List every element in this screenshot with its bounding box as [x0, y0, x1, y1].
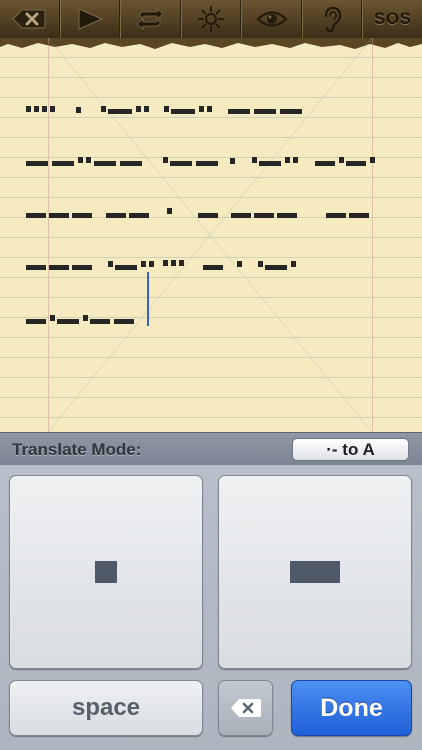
text-cursor [147, 272, 149, 326]
dash-symbol [290, 561, 340, 583]
eye-icon [255, 11, 288, 27]
brightness-button[interactable] [180, 0, 242, 38]
play-icon [78, 8, 104, 30]
translate-mode-toggle[interactable]: ·- to A [292, 438, 409, 461]
toolbar: SOS [0, 0, 422, 39]
morse-line [26, 204, 376, 224]
paper-watermark-lines [47, 38, 373, 432]
repeat-icon [136, 8, 165, 30]
play-button[interactable] [59, 0, 121, 38]
morse-glyphs [26, 208, 369, 218]
ear-icon [325, 6, 342, 33]
sos-label: SOS [374, 9, 412, 28]
morse-paper[interactable] [0, 38, 422, 432]
morse-glyphs [26, 157, 375, 166]
morse-line [26, 310, 146, 330]
backspace-icon [230, 699, 261, 717]
translate-mode-label: Translate Mode: [12, 440, 142, 459]
dash-key[interactable] [218, 475, 412, 669]
delete-key[interactable] [218, 680, 273, 736]
repeat-button[interactable] [120, 0, 181, 38]
ear-button[interactable] [301, 0, 363, 38]
done-key[interactable]: Done [291, 680, 412, 736]
morse-glyphs [26, 315, 134, 324]
morse-line [26, 100, 306, 120]
translate-mode-bar: Translate Mode: ·- to A [0, 432, 422, 466]
brightness-icon [198, 6, 225, 32]
morse-line [26, 152, 386, 172]
morse-line [26, 256, 306, 276]
space-key[interactable]: space [9, 680, 203, 736]
backspace-button[interactable] [0, 0, 60, 38]
morse-glyphs [26, 260, 296, 270]
eye-button[interactable] [241, 0, 302, 38]
morse-keypad: space Done [0, 465, 422, 750]
morse-glyphs [26, 106, 302, 114]
sos-button[interactable]: SOS [362, 0, 422, 38]
dot-symbol [95, 561, 117, 583]
dot-key[interactable] [9, 475, 203, 669]
backspace-icon [12, 9, 46, 29]
